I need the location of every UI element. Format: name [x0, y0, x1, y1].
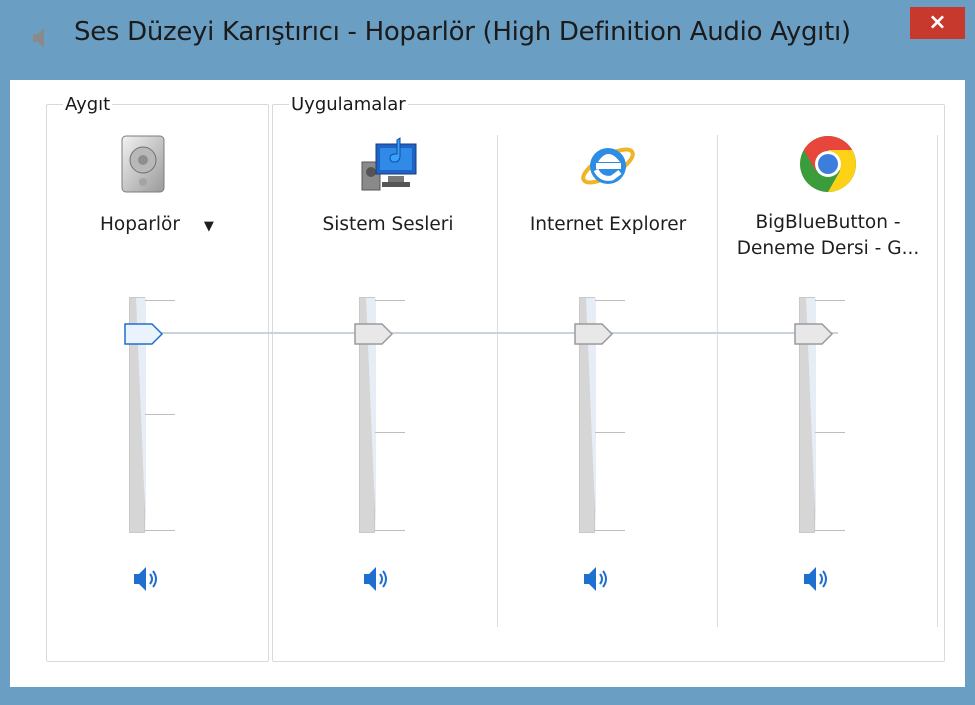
app-channel-system-sounds: Sistem Sesleri [278, 132, 498, 642]
app-volume-thumb[interactable] [794, 322, 834, 346]
internet-explorer-icon [581, 147, 635, 185]
app-volume-thumb[interactable] [354, 322, 394, 346]
device-group-legend: Aygıt [65, 94, 111, 115]
window-title: Ses Düzeyi Karıştırıcı - Hoparlör (High … [74, 17, 851, 47]
slider-tick [595, 530, 625, 531]
app-name: Internet Explorer [529, 214, 687, 235]
chrome-icon [800, 136, 856, 192]
device-name: Hoparlör [100, 214, 180, 235]
speaker-icon [33, 28, 44, 48]
app-volume-thumb[interactable] [574, 322, 614, 346]
device-channel-speaker: Hoparlör ▼ [48, 132, 268, 642]
slider-tick [815, 432, 845, 433]
app-name: BigBlueButton - Deneme Dersi - G... [718, 210, 938, 262]
app-name: Sistem Sesleri [322, 214, 454, 235]
slider-tick [145, 530, 175, 531]
device-volume-thumb[interactable] [124, 322, 164, 346]
slider-tick [375, 530, 405, 531]
mixer-window: Ses Düzeyi Karıştırıcı - Hoparlör (High … [0, 0, 975, 705]
system-sounds-icon [361, 137, 417, 191]
chevron-down-icon: ▼ [203, 219, 214, 234]
slider-tick [375, 300, 405, 301]
app-channel-chrome: BigBlueButton - Deneme Dersi - G... [718, 132, 938, 642]
speaker-unmuted-icon[interactable] [800, 562, 834, 596]
speaker-unmuted-icon[interactable] [360, 562, 394, 596]
slider-tick [145, 414, 175, 415]
slider-tick [145, 300, 175, 301]
slider-tick [375, 432, 405, 433]
speaker-device-icon[interactable] [114, 132, 178, 196]
speaker-unmuted-icon[interactable] [130, 562, 164, 596]
slider-tick [815, 300, 845, 301]
slider-tick [595, 300, 625, 301]
title-bar[interactable]: Ses Düzeyi Karıştırıcı - Hoparlör (High … [0, 0, 975, 80]
slider-tick [595, 432, 625, 433]
speaker-unmuted-icon[interactable] [580, 562, 614, 596]
app-name-line2: Deneme Dersi - G... [736, 238, 920, 259]
app-channel-internet-explorer: Internet Explorer [498, 132, 718, 642]
close-button[interactable]: × [910, 7, 965, 39]
slider-tick [815, 530, 845, 531]
app-name-line1: BigBlueButton - [755, 212, 901, 233]
client-area: Aygıt Uygulamalar Hoparlör ▼ Sistem Sesl… [10, 80, 965, 687]
applications-group-legend: Uygulamalar [291, 94, 406, 115]
